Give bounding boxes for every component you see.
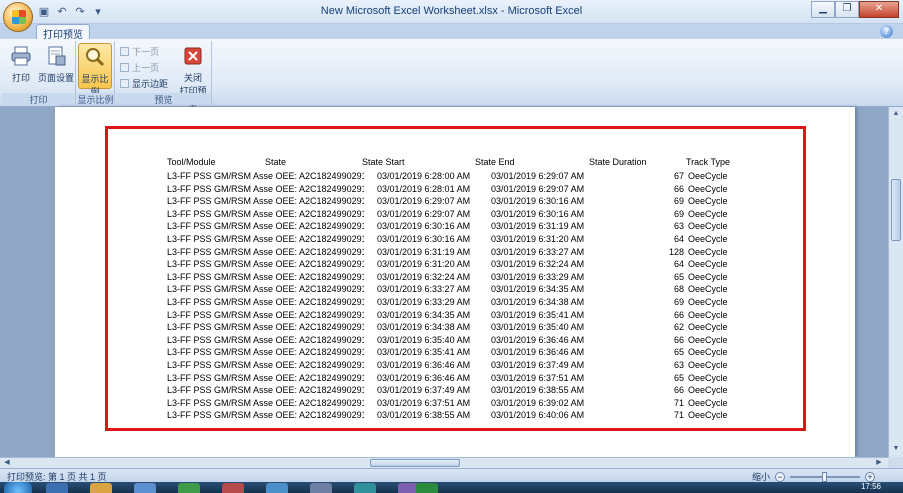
table-row: L3-FF PSS GM/RSM Asse OEE: A2C1824990291… — [167, 196, 728, 207]
taskbar-app-icon[interactable] — [266, 483, 288, 493]
group-print: 打印 页面设置 打印 — [2, 41, 76, 105]
group-label-zoom: 显示比例 — [77, 93, 114, 105]
table-row: L3-FF PSS GM/RSM Asse OEE: A2C1824990291… — [167, 208, 728, 219]
page-setup-icon — [48, 46, 66, 66]
title-bar: ▣ ↶ ↷ ▾ New Microsoft Excel Worksheet.xl… — [0, 0, 903, 24]
group-label-preview: 预览 — [116, 93, 211, 105]
horizontal-scroll-thumb[interactable] — [370, 459, 460, 467]
taskbar-app-icon[interactable] — [354, 483, 376, 493]
table-row: L3-FF PSS GM/RSM Asse OEE: A2C1824990291… — [167, 221, 728, 232]
taskbar-app-icon[interactable] — [46, 483, 68, 493]
table-row: L3-FF PSS GM/RSM Asse OEE: A2C1824990291… — [167, 246, 728, 257]
show-margins-checkbox[interactable]: 显示边距 — [120, 77, 168, 90]
zoom-button[interactable]: 显示比例 — [78, 43, 112, 97]
taskbar-excel-icon[interactable] — [416, 483, 438, 493]
window-title: New Microsoft Excel Worksheet.xlsx - Mic… — [320, 5, 583, 17]
scroll-up-icon[interactable]: ▲ — [891, 109, 901, 119]
header-state-duration: State Duration — [589, 157, 647, 167]
table-row: L3-FF PSS GM/RSM Asse OEE: A2C1824990291… — [167, 322, 728, 333]
tab-print-preview[interactable]: 打印预览 — [36, 24, 90, 41]
table-row: L3-FF PSS GM/RSM Asse OEE: A2C1824990291… — [167, 347, 728, 358]
office-logo-icon — [12, 10, 26, 24]
prev-page-icon — [120, 63, 129, 72]
close-button[interactable]: ✕ — [859, 1, 899, 18]
group-label-print: 打印 — [2, 93, 75, 105]
zoom-slider-knob[interactable] — [822, 471, 828, 482]
zoom-minus-icon[interactable]: − — [775, 471, 786, 482]
taskbar: 17:56 — [0, 482, 903, 493]
table-row: L3-FF PSS GM/RSM Asse OEE: A2C1824990291… — [167, 385, 728, 396]
ribbon: 打印 页面设置 打印 显示比例 显示比例 下一页 上一页 显示边距 关闭 打印预… — [0, 39, 903, 109]
table-row: L3-FF PSS GM/RSM Asse OEE: A2C1824990291… — [167, 334, 728, 345]
group-preview: 下一页 上一页 显示边距 关闭 打印预览 预览 — [116, 41, 212, 109]
table-row: L3-FF PSS GM/RSM Asse OEE: A2C1824990291… — [167, 372, 728, 383]
close-preview-icon — [184, 47, 202, 65]
magnifier-icon — [86, 48, 105, 67]
zoom-plus-icon[interactable]: + — [865, 471, 876, 482]
start-button[interactable] — [4, 482, 32, 493]
printer-icon — [11, 46, 31, 66]
group-zoom: 显示比例 显示比例 — [77, 41, 115, 105]
ribbon-tab-row: 打印预览 ? — [0, 24, 903, 41]
vertical-scroll-thumb[interactable] — [891, 179, 901, 241]
scroll-down-icon[interactable]: ▼ — [891, 444, 901, 454]
header-state-end: State End — [475, 157, 515, 167]
table-row: L3-FF PSS GM/RSM Asse OEE: A2C1824990291… — [167, 410, 728, 421]
window-controls: ▁ ❐ ✕ — [811, 1, 899, 18]
vertical-scrollbar[interactable]: ▲ ▼ — [888, 107, 903, 457]
checkbox-icon — [120, 79, 129, 88]
close-print-preview-button[interactable]: 关闭 打印预览 — [176, 43, 210, 109]
help-icon[interactable]: ? — [880, 25, 893, 38]
print-button[interactable]: 打印 — [4, 43, 38, 89]
table-row: L3-FF PSS GM/RSM Asse OEE: A2C1824990291… — [167, 234, 728, 244]
table-row: L3-FF PSS GM/RSM Asse OEE: A2C1824990291… — [167, 271, 728, 282]
horizontal-scrollbar[interactable]: ◀ ▶ — [0, 457, 888, 468]
header-state-start: State Start — [362, 157, 405, 167]
taskbar-app-icon[interactable] — [178, 483, 200, 493]
table-row: L3-FF PSS GM/RSM Asse OEE: A2C1824990291… — [167, 171, 728, 181]
table-row: L3-FF PSS GM/RSM Asse OEE: A2C1824990291… — [167, 360, 728, 370]
taskbar-app-icon[interactable] — [134, 483, 156, 493]
maximize-button[interactable]: ❐ — [835, 1, 859, 18]
scroll-left-icon[interactable]: ◀ — [2, 458, 12, 468]
status-bar: 打印预览: 第 1 页 共 1 页 缩小 − + — [0, 468, 903, 482]
taskbar-app-icon[interactable] — [90, 483, 112, 493]
zoom-slider[interactable] — [790, 471, 861, 482]
table-row: L3-FF PSS GM/RSM Asse OEE: A2C1824990291… — [167, 397, 728, 408]
next-page-icon — [120, 47, 129, 56]
table-row: L3-FF PSS GM/RSM Asse OEE: A2C1824990291… — [167, 309, 728, 320]
table-row: L3-FF PSS GM/RSM Asse OEE: A2C1824990291… — [167, 284, 728, 295]
scroll-right-icon[interactable]: ▶ — [874, 458, 884, 468]
page-setup-button[interactable]: 页面设置 — [38, 43, 74, 89]
header-track-type: Track Type — [686, 157, 731, 167]
table-row: L3-FF PSS GM/RSM Asse OEE: A2C1824990291… — [167, 297, 728, 307]
office-button[interactable] — [3, 2, 33, 32]
taskbar-clock: 17:56 — [860, 482, 881, 491]
prev-page-button[interactable]: 上一页 — [120, 61, 159, 74]
header-state: State — [265, 157, 287, 167]
header-tool-module: Tool/Module — [167, 157, 216, 167]
taskbar-app-icon[interactable] — [310, 483, 332, 493]
table-row: L3-FF PSS GM/RSM Asse OEE: A2C1824990291… — [167, 183, 728, 194]
minimize-button[interactable]: ▁ — [811, 1, 835, 18]
taskbar-app-icon[interactable] — [222, 483, 244, 493]
next-page-button[interactable]: 下一页 — [120, 45, 159, 58]
table-row: L3-FF PSS GM/RSM Asse OEE: A2C1824990291… — [167, 259, 728, 270]
